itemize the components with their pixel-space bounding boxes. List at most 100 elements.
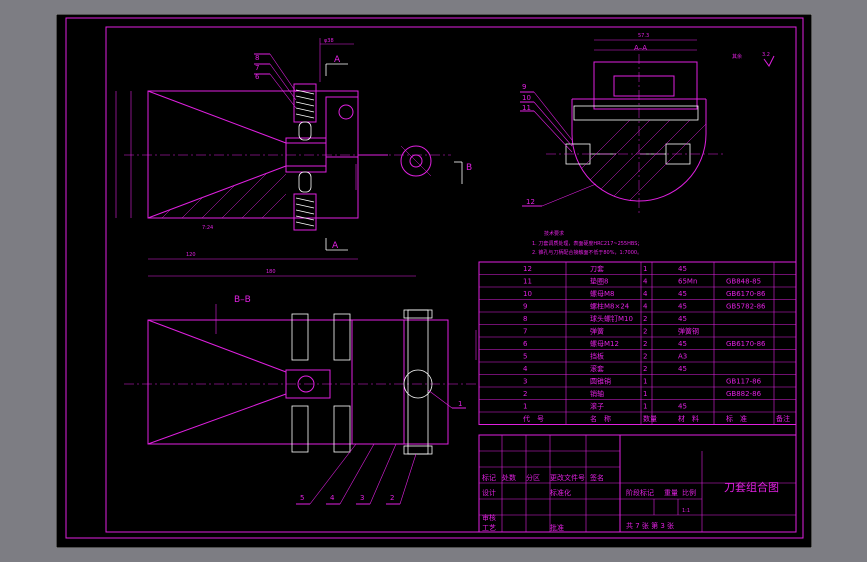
bom-cell-std: GB6170-86: [726, 340, 766, 348]
tb-header-changefile: 更改文件号: [550, 473, 585, 482]
bom-cell-no: 7: [523, 328, 527, 336]
bom-cell-material: 45: [678, 340, 687, 348]
bom-cell-qty: 4: [643, 303, 648, 311]
bom-cell-qty: 2: [643, 340, 647, 348]
bom-header-name: 名 称: [590, 414, 611, 423]
tb-header-count: 处数: [502, 473, 516, 482]
bom-cell-name: 刀套: [590, 264, 604, 273]
bom-cell-qty: 2: [643, 328, 647, 336]
bom-cell-no: 3: [523, 378, 527, 386]
rest-label: 其余: [732, 53, 742, 60]
bom-cell-qty: 4: [643, 278, 648, 286]
section-mark-a-bottom: A: [332, 241, 339, 251]
bom-cell-material: 45: [678, 303, 687, 311]
section-aa-view: A–A 57.3 其余 3.2 9 10 11 12: [520, 33, 775, 214]
balloon-3: 3: [360, 494, 364, 502]
bom-cell-no: 4: [523, 365, 528, 373]
tech-requirements: 技术要求 1. 刀套调质处理，表面硬度HRC217~255HBS； 2. 锥孔与…: [532, 230, 642, 256]
bom-cell-no: 12: [523, 265, 532, 273]
balloon-8: 8: [255, 54, 259, 62]
tb-stage-mark: 阶段标记: [626, 488, 654, 497]
dim-taper: 7:24: [202, 225, 213, 231]
bom-cell-name: 弹簧: [590, 327, 604, 336]
bom-cell-qty: 1: [643, 390, 647, 398]
tech-req-line1: 1. 刀套调质处理，表面硬度HRC217~255HBS；: [532, 240, 642, 247]
balloon-6: 6: [255, 73, 260, 81]
bom-cell-material: 45: [678, 315, 687, 323]
bom-cell-no: 9: [523, 303, 527, 311]
bom-cell-qty: 2: [643, 365, 647, 373]
dim-top: φ38: [324, 38, 334, 44]
front-view: 120 180 7:24 φ38 A A B 8 7 6: [115, 38, 472, 277]
bom-cell-no: 5: [523, 353, 527, 361]
bom-cell-material: A3: [678, 353, 687, 361]
bom-cell-material: 45: [678, 265, 687, 273]
bb-pin: [407, 309, 429, 455]
bom-cell-material: 45: [678, 403, 687, 411]
bom-cell-material: 65Mn: [678, 278, 697, 286]
balloon-12: 12: [526, 198, 535, 206]
bom-header-material: 材 料: [678, 414, 699, 423]
bom-cell-no: 2: [523, 390, 527, 398]
drawing-canvas: 120 180 7:24 φ38 A A B 8 7 6 A–A 57.3 其余…: [56, 14, 812, 548]
section-mark-b: B: [466, 163, 472, 173]
bom-cell-qty: 1: [643, 265, 647, 273]
tb-header-zone: 分区: [526, 473, 540, 482]
bom-cell-std: GB848-85: [726, 278, 761, 286]
bom-cell-no: 1: [523, 403, 527, 411]
tb-audit: 审核: [482, 513, 496, 522]
bom-cell-no: 11: [523, 278, 532, 286]
bom-header-no: 代 号: [523, 414, 544, 423]
tb-weight: 重量: [664, 489, 678, 497]
tb-header-sign: 签名: [590, 473, 604, 482]
bom-cell-std: GB5782-86: [726, 303, 766, 311]
bom-cell-name: 螺柱M8×24: [590, 302, 630, 311]
tb-standard: 标准化: [550, 488, 571, 497]
bom-cell-qty: 2: [643, 353, 647, 361]
section-mark-a-top: A: [334, 55, 341, 65]
bom-cell-name: 垫圈8: [590, 277, 608, 286]
bom-cell-std: GB6170-86: [726, 290, 766, 298]
bom-cell-name: 滚套: [590, 364, 604, 373]
bom-cell-name: 螺母M8: [590, 289, 615, 298]
title-block: 标记 处数 分区 更改文件号 签名 设计 标准化 审核 工艺 批准 阶段标记 重…: [478, 434, 797, 533]
balloon-9: 9: [522, 83, 526, 91]
tb-drawing-name: 刀套组合图: [724, 480, 779, 494]
tb-design: 设计: [482, 488, 496, 497]
balloon-2: 2: [390, 494, 394, 502]
section-bb-label: B–B: [234, 295, 251, 305]
bom-cell-qty: 4: [643, 290, 648, 298]
dim-length1: 180: [266, 269, 276, 275]
cad-drawing: 120 180 7:24 φ38 A A B 8 7 6 A–A 57.3 其余…: [56, 14, 812, 548]
balloon-4: 4: [330, 494, 335, 502]
tb-approve: 批准: [550, 523, 564, 532]
section-aa-label: A–A: [634, 44, 647, 52]
tb-header-mark: 标记: [482, 473, 496, 482]
tb-scale-value: 1:1: [682, 508, 690, 514]
balloon-7: 7: [255, 64, 259, 72]
bom-header-qty: 数量: [643, 414, 657, 423]
tb-sheets: 共 7 张 第 3 张: [626, 521, 674, 530]
balloon-10: 10: [522, 94, 531, 102]
tb-scale: 比例: [682, 488, 696, 497]
bom-cell-name: 螺母M12: [590, 339, 619, 348]
bom-cell-qty: 2: [643, 315, 647, 323]
dim-right: 57.3: [638, 33, 649, 39]
bom-cell-std: GB882-86: [726, 390, 762, 398]
bom-cell-no: 6: [523, 340, 528, 348]
section-bb-view: B–B 5 4 3 2 1: [124, 295, 477, 505]
roughness-value: 3.2: [762, 52, 770, 58]
bom-cell-qty: 1: [643, 403, 647, 411]
balloon-5: 5: [300, 494, 304, 502]
balloon-1: 1: [458, 400, 462, 408]
bom-cell-material: 弹簧钢: [678, 327, 699, 336]
dim-length2: 120: [186, 252, 196, 258]
bom-cell-name: 球头螺钉M10: [590, 314, 633, 323]
bom-cell-no: 8: [523, 315, 527, 323]
bom-cell-material: 45: [678, 290, 687, 298]
balloon-11: 11: [522, 104, 531, 112]
bom-table: 12 刀套 1 4511 垫圈8 4 65Mn GB848-8510 螺母M8 4 45 GB6170…: [478, 261, 797, 425]
bom-cell-material: 45: [678, 365, 687, 373]
tech-req-heading: 技术要求: [544, 230, 564, 237]
bom-cell-name: 挡板: [590, 352, 604, 361]
